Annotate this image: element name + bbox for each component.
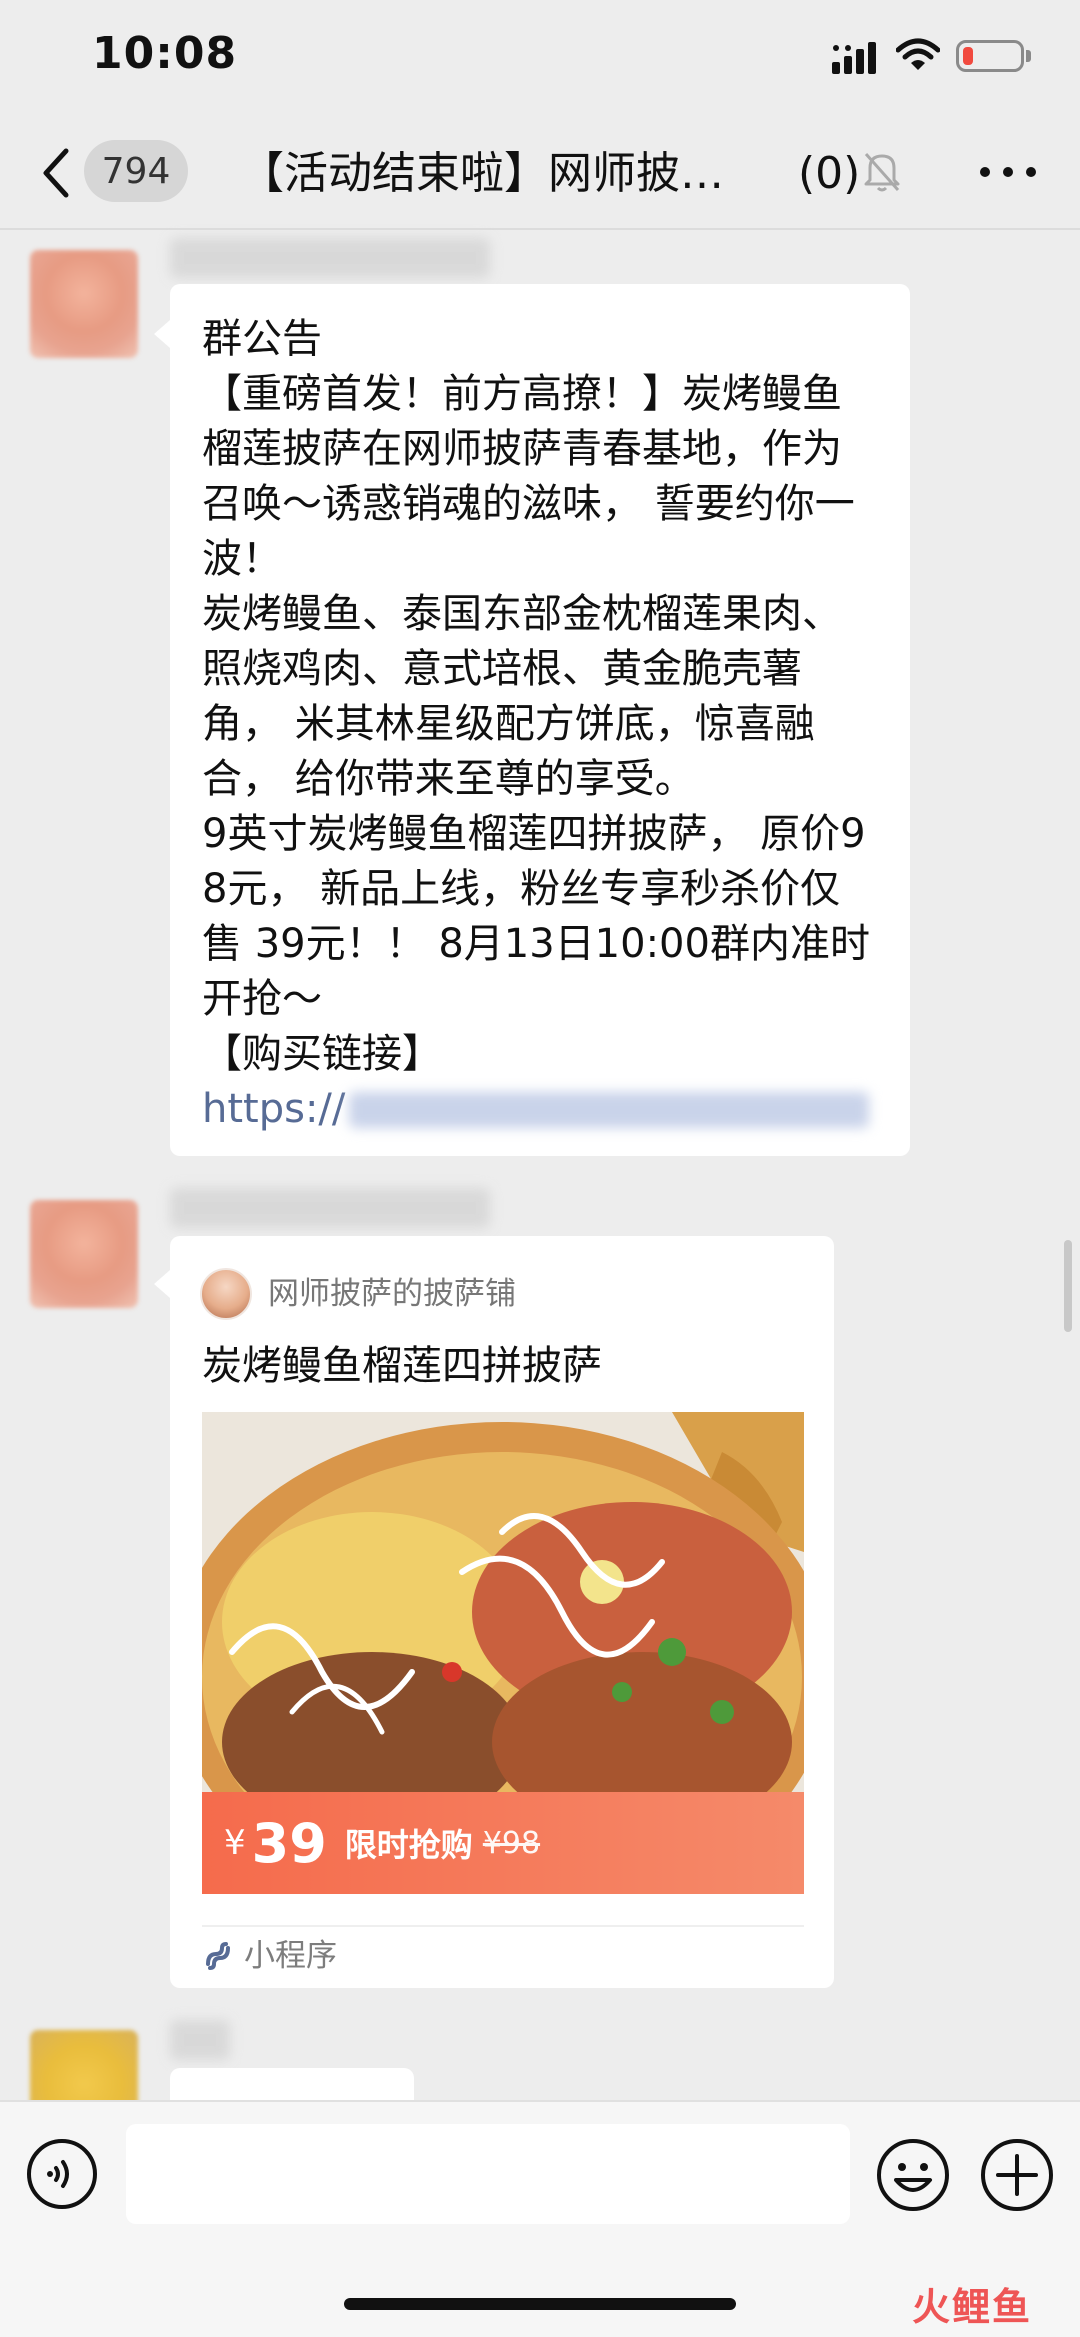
emoji-icon[interactable]: [876, 2138, 950, 2212]
watermark-logo: 火鲤鱼: [912, 2285, 1033, 2329]
unread-count-badge[interactable]: 794: [84, 140, 188, 202]
battery-tip: [1026, 50, 1031, 62]
price-original: ¥98: [482, 1825, 541, 1861]
message-input[interactable]: [126, 2124, 850, 2224]
bubble-tail: [154, 1270, 170, 1298]
sender-name: [170, 2020, 230, 2060]
purchase-link-text[interactable]: https://: [202, 1082, 345, 1137]
back-button[interactable]: [36, 145, 76, 201]
announcement-body: 【重磅首发！前方高撩！】炭烤鳗鱼榴莲披萨在网师披萨青春基地，作为召唤～诱惑销魂的…: [202, 371, 870, 1077]
mini-program-app-name: 网师披萨的披萨铺: [268, 1276, 516, 1312]
sender-avatar[interactable]: [30, 1200, 138, 1308]
sender-avatar[interactable]: [30, 250, 138, 358]
home-indicator[interactable]: [344, 2298, 736, 2310]
sender-name: [170, 238, 490, 278]
price-bar[interactable]: ¥ 39 限时抢购 ¥98: [202, 1792, 804, 1894]
mute-bell-icon: [864, 153, 900, 192]
more-dot: [1026, 167, 1036, 177]
purchase-link[interactable]: https://: [202, 1082, 880, 1137]
voice-icon[interactable]: [26, 2138, 98, 2210]
battery-icon: [956, 40, 1024, 72]
mini-program-app-avatar: [200, 1268, 252, 1320]
nav-divider: [0, 228, 1080, 230]
wifi-icon: [896, 38, 940, 70]
status-time: 10:08: [92, 28, 238, 79]
price-now: 39: [251, 1811, 327, 1875]
mini-program-icon: [206, 1942, 230, 1970]
member-count: (0): [798, 148, 861, 199]
more-dot: [980, 167, 990, 177]
sender-name: [170, 1188, 490, 1228]
more-button[interactable]: [980, 150, 1036, 194]
mini-program-label: 小程序: [244, 1938, 337, 1974]
bubble-tail: [154, 320, 170, 348]
chat-title: 【活动结束啦】网师披萨...: [240, 148, 760, 199]
mini-program-divider: [202, 1925, 804, 1927]
mini-program-title[interactable]: 炭烤鳗鱼榴莲四拼披萨: [202, 1338, 602, 1394]
announcement-bubble[interactable]: 群公告 【重磅首发！前方高撩！】炭烤鳗鱼榴莲披萨在网师披萨青春基地，作为召唤～诱…: [170, 284, 910, 1156]
flash-sale-tag: 限时抢购: [344, 1826, 473, 1864]
announcement-title: 群公告: [202, 316, 322, 362]
redacted-link: [349, 1091, 870, 1128]
more-dot: [1003, 167, 1013, 177]
price-currency: ¥: [224, 1823, 246, 1863]
signal-icon: [832, 42, 876, 74]
plus-icon[interactable]: [980, 2138, 1054, 2212]
scrollbar-thumb[interactable]: [1064, 1240, 1072, 1332]
pizza-image[interactable]: [202, 1412, 804, 1792]
